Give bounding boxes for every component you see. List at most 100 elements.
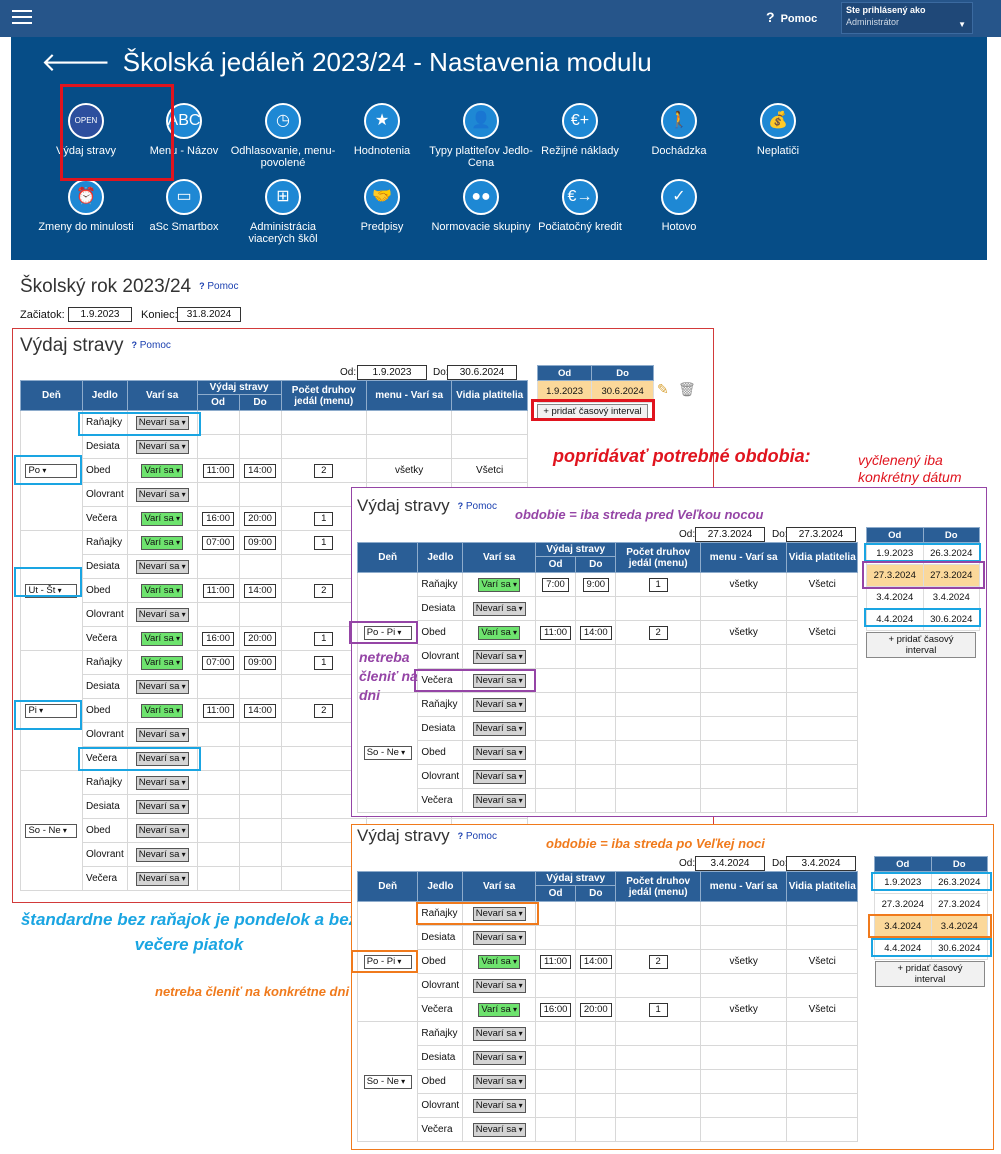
time-input[interactable]: 20:00: [579, 1002, 612, 1017]
count-input[interactable]: 2: [314, 583, 334, 598]
cooked-select[interactable]: Nevarí sa: [472, 601, 526, 616]
count-input[interactable]: 1: [314, 631, 334, 646]
module-11[interactable]: 🤝 Predpisy: [327, 179, 437, 233]
interval-row[interactable]: 3.4.2024 3.4.2024: [866, 586, 980, 609]
cooked-select[interactable]: Varí sa: [141, 655, 183, 670]
cooked-select[interactable]: Nevarí sa: [135, 727, 189, 742]
cooked-select[interactable]: Nevarí sa: [472, 1098, 526, 1113]
cooked-select[interactable]: Nevarí sa: [472, 697, 526, 712]
cooked-select[interactable]: Nevarí sa: [472, 1074, 526, 1089]
time-input[interactable]: 20:00: [244, 631, 276, 646]
cooked-select[interactable]: Nevarí sa: [472, 978, 526, 993]
module-7[interactable]: 💰 Neplatiči: [723, 103, 833, 157]
cooked-select[interactable]: Nevarí sa: [135, 775, 189, 790]
count-input[interactable]: 2: [648, 625, 668, 640]
do-input[interactable]: 30.6.2024: [447, 365, 517, 380]
user-dropdown[interactable]: Ste prihlásený ako Administrátor ▼: [841, 2, 973, 34]
time-input[interactable]: 14:00: [244, 583, 276, 598]
do-input[interactable]: 27.3.2024: [786, 527, 856, 542]
time-input[interactable]: 07:00: [202, 535, 234, 550]
module-13[interactable]: €→ Počiatočný kredit: [525, 179, 635, 233]
od-input[interactable]: 3.4.2024: [695, 856, 765, 871]
time-input[interactable]: 14:00: [244, 703, 276, 718]
help-link[interactable]: ? Pomoc: [766, 9, 817, 25]
hamburger-menu-icon[interactable]: [12, 10, 32, 26]
module-5[interactable]: €+ Režijné náklady: [525, 103, 635, 157]
cooked-select[interactable]: Nevarí sa: [472, 1026, 526, 1041]
interval-row[interactable]: 27.3.2024 27.3.2024: [874, 893, 988, 916]
back-arrow-icon[interactable]: 🡐: [41, 47, 111, 77]
cooked-select[interactable]: Nevarí sa: [135, 559, 189, 574]
time-input[interactable]: 16:00: [539, 1002, 572, 1017]
count-input[interactable]: 1: [314, 511, 334, 526]
cooked-select[interactable]: Varí sa: [141, 511, 183, 526]
module-4[interactable]: 👤 Typy platiteľov Jedlo-Cena: [426, 103, 536, 169]
cooked-select[interactable]: Varí sa: [478, 625, 520, 640]
time-input[interactable]: 7:00: [542, 577, 569, 592]
cooked-select[interactable]: Varí sa: [141, 703, 183, 718]
start-date-input[interactable]: 1.9.2023: [68, 307, 132, 322]
od-input[interactable]: 27.3.2024: [695, 527, 765, 542]
time-input[interactable]: 11:00: [539, 625, 572, 640]
cooked-select[interactable]: Varí sa: [478, 954, 520, 969]
count-input[interactable]: 1: [314, 535, 334, 550]
time-input[interactable]: 14:00: [579, 625, 612, 640]
module-9[interactable]: ▭ aSc Smartbox: [129, 179, 239, 233]
add-interval-button[interactable]: + pridať časový interval: [866, 632, 976, 658]
cooked-select[interactable]: Nevarí sa: [135, 871, 189, 886]
cooked-select[interactable]: Nevarí sa: [135, 799, 189, 814]
module-6[interactable]: 🚶 Dochádzka: [624, 103, 734, 157]
cooked-select[interactable]: Nevarí sa: [472, 649, 526, 664]
time-input[interactable]: 11:00: [539, 954, 572, 969]
cooked-select[interactable]: Nevarí sa: [135, 487, 189, 502]
od-input[interactable]: 1.9.2023: [357, 365, 427, 380]
count-input[interactable]: 2: [314, 463, 334, 478]
module-12[interactable]: ●● Normovacie skupiny: [426, 179, 536, 233]
cooked-select[interactable]: Nevarí sa: [135, 607, 189, 622]
trash-icon[interactable]: 🗑: [678, 381, 696, 398]
count-input[interactable]: 1: [648, 1002, 668, 1017]
module-8[interactable]: ⏰ Zmeny do minulosti: [31, 179, 141, 233]
cooked-select[interactable]: Nevarí sa: [135, 823, 189, 838]
count-input[interactable]: 2: [314, 703, 334, 718]
cooked-select[interactable]: Varí sa: [141, 535, 183, 550]
time-input[interactable]: 09:00: [244, 535, 276, 550]
cooked-select[interactable]: Varí sa: [141, 631, 183, 646]
cooked-select[interactable]: Nevarí sa: [472, 1050, 526, 1065]
cooked-select[interactable]: Nevarí sa: [135, 439, 189, 454]
module-2[interactable]: ◷ Odhlasovanie, menu-povolené: [228, 103, 338, 169]
time-input[interactable]: 14:00: [244, 463, 276, 478]
day-select[interactable]: So - Ne: [363, 1074, 412, 1089]
day-select[interactable]: So - Ne: [25, 823, 78, 838]
help-link[interactable]: ? Pomoc: [131, 340, 170, 351]
cooked-select[interactable]: Nevarí sa: [135, 679, 189, 694]
cooked-select[interactable]: Nevarí sa: [472, 721, 526, 736]
module-14[interactable]: ✓ Hotovo: [624, 179, 734, 233]
time-input[interactable]: 11:00: [202, 463, 234, 478]
cooked-select[interactable]: Nevarí sa: [472, 930, 526, 945]
module-3[interactable]: ★ Hodnotenia: [327, 103, 437, 157]
add-interval-button[interactable]: + pridať časový interval: [875, 961, 985, 987]
cooked-select[interactable]: Varí sa: [141, 463, 183, 478]
pencil-icon[interactable]: ✎: [657, 381, 669, 398]
help-link[interactable]: ? Pomoc: [458, 831, 497, 842]
count-input[interactable]: 2: [648, 954, 668, 969]
time-input[interactable]: 14:00: [579, 954, 612, 969]
help-link[interactable]: ? Pomoc: [458, 501, 497, 512]
cooked-select[interactable]: Nevarí sa: [472, 769, 526, 784]
cooked-select[interactable]: Nevarí sa: [472, 793, 526, 808]
count-input[interactable]: 1: [314, 655, 334, 670]
module-10[interactable]: ⊞ Administrácia viacerých škôl: [228, 179, 338, 245]
cooked-select[interactable]: Nevarí sa: [472, 745, 526, 760]
time-input[interactable]: 11:00: [202, 583, 234, 598]
time-input[interactable]: 09:00: [244, 655, 276, 670]
end-date-input[interactable]: 31.8.2024: [177, 307, 241, 322]
time-input[interactable]: 16:00: [202, 631, 234, 646]
time-input[interactable]: 20:00: [244, 511, 276, 526]
count-input[interactable]: 1: [648, 577, 668, 592]
day-select[interactable]: So - Ne: [363, 745, 412, 760]
cooked-select[interactable]: Varí sa: [478, 577, 520, 592]
cooked-select[interactable]: Nevarí sa: [135, 847, 189, 862]
time-input[interactable]: 11:00: [202, 703, 234, 718]
time-input[interactable]: 07:00: [202, 655, 234, 670]
